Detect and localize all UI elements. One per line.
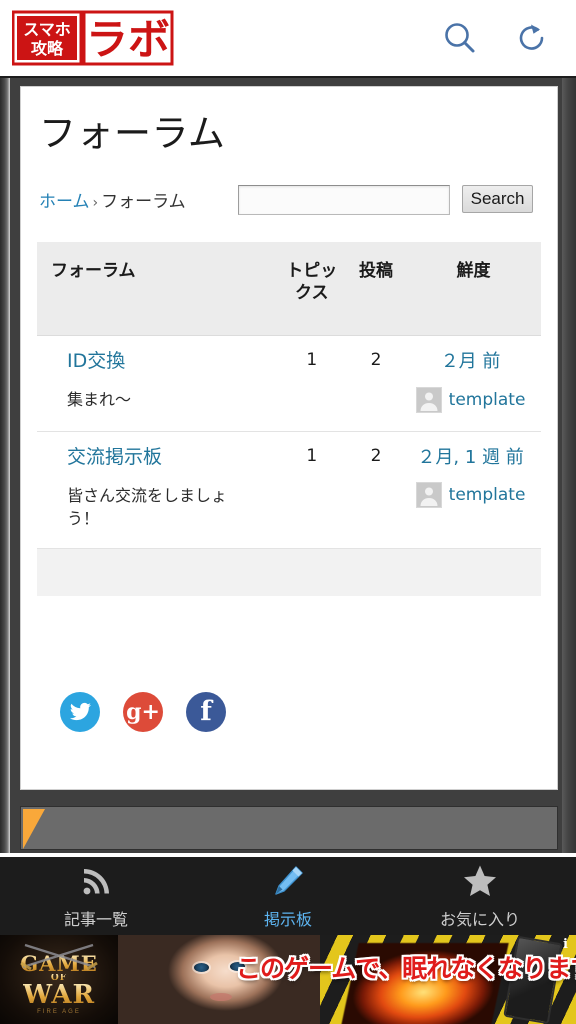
app-header: スマホ 攻略 ラボ (0, 0, 576, 76)
frame-edge-left (0, 78, 10, 853)
ad-brand-line2: WAR (22, 979, 96, 1010)
freshness-time-link[interactable]: ２月 前 (410, 350, 531, 374)
table-row[interactable]: 交流掲示板 皆さん交流をしましょう！ 1 2 ２月, 1 週 前 templat… (37, 430, 541, 549)
facebook-icon[interactable]: f (186, 692, 226, 733)
table-footer-cell (37, 547, 278, 597)
forum-table-head: フォーラム トピッ クス 投稿 鮮度 (37, 241, 541, 336)
table-footer-cell (406, 547, 541, 597)
screen-root: スマホ 攻略 ラボ フォーラム ホーム › フォーラム Search フォーラム… (0, 0, 576, 1024)
freshness-author: template (410, 482, 531, 509)
freshness-author: template (410, 386, 531, 413)
cell-freshness: ２月, 1 週 前 template (406, 430, 541, 549)
table-footer-cell (277, 547, 346, 597)
svg-text:攻略: 攻略 (31, 39, 64, 58)
table-footer-cell (345, 547, 407, 597)
forum-table-body: ID交換 集まれ～ 1 2 ２月 前 template 交流掲示板 皆さん交流を… (37, 335, 541, 597)
forum-link[interactable]: ID交換 (67, 350, 125, 373)
ad-brand-sub: FIRE AGE (37, 1009, 81, 1016)
user-avatar-icon (415, 482, 442, 509)
table-footer-row (37, 547, 541, 597)
nav-label-articles: 記事一覧 (63, 910, 128, 929)
web-page-card: フォーラム ホーム › フォーラム Search フォーラム トピッ クス 投稿… (20, 86, 558, 790)
breadcrumb: ホーム › フォーラム (37, 187, 186, 212)
nav-item-articles[interactable]: 記事一覧 (0, 857, 192, 935)
nav-label-forum: 掲示板 (263, 910, 312, 929)
cell-topics-count: 1 (277, 430, 346, 549)
site-logo[interactable]: スマホ 攻略 ラボ (12, 9, 174, 67)
page-title: フォーラム (39, 112, 226, 155)
forum-link[interactable]: 交流掲示板 (67, 446, 162, 469)
column-header-freshness: 鮮度 (406, 241, 541, 336)
breadcrumb-search-row: ホーム › フォーラム Search (37, 180, 541, 220)
column-header-posts: 投稿 (345, 241, 407, 336)
svg-text:スマホ: スマホ (23, 20, 71, 39)
column-header-topics: トピッ クス (277, 241, 346, 336)
forum-description: 皆さん交流をしましょう！ (67, 485, 228, 528)
cell-posts-count: 2 (345, 335, 407, 432)
breadcrumb-home-link[interactable]: ホーム (39, 192, 90, 212)
cell-forum-info: ID交換 集まれ～ (37, 335, 278, 432)
user-avatar-icon (415, 386, 442, 413)
logo-svg: スマホ 攻略 ラボ (12, 10, 174, 66)
ad-brand-logo: GAME OF WAR FIRE AGE (0, 935, 118, 1024)
column-header-forum: フォーラム (37, 241, 278, 336)
cell-freshness: ２月 前 template (406, 335, 541, 432)
column-header-topics-line2: クス (295, 283, 329, 304)
ad-eye-left (194, 963, 209, 972)
table-row[interactable]: ID交換 集まれ～ 1 2 ２月 前 template (37, 335, 541, 432)
refresh-icon[interactable] (514, 20, 550, 56)
google-plus-icon[interactable]: g+ (123, 692, 163, 733)
ad-info-icon[interactable]: i (559, 937, 572, 952)
facebook-label: f (200, 695, 212, 727)
nav-item-favorites[interactable]: お気に入り (384, 857, 576, 935)
author-link[interactable]: template (449, 485, 526, 505)
forum-table: フォーラム トピッ クス 投稿 鮮度 ID交換 集まれ～ 1 2 ２月 前 te… (37, 241, 541, 597)
freshness-time-link[interactable]: ２月, 1 週 前 (410, 446, 531, 470)
svg-text:ラボ: ラボ (86, 15, 170, 64)
forum-table-header-row: フォーラム トピッ クス 投稿 鮮度 (37, 241, 541, 336)
star-icon (460, 862, 500, 900)
ad-banner[interactable]: GAME OF WAR FIRE AGE このゲームで、眠れなくなります。 i (0, 935, 576, 1024)
author-link[interactable]: template (449, 390, 526, 410)
orange-triangle-marker (23, 809, 45, 849)
cell-forum-info: 交流掲示板 皆さん交流をしましょう！ (37, 430, 278, 549)
logo-image: スマホ 攻略 ラボ (12, 9, 174, 67)
frame-edge-right (562, 78, 576, 853)
cell-posts-count: 2 (345, 430, 407, 549)
ad-mouth (210, 993, 232, 1001)
google-plus-label: g+ (126, 699, 160, 726)
page-footer-panel (20, 806, 558, 850)
cell-topics-count: 1 (277, 335, 346, 432)
crossed-swords-icon (20, 943, 98, 971)
social-share-row: g+ f (37, 596, 541, 733)
browser-viewport-frame: フォーラム ホーム › フォーラム Search フォーラム トピッ クス 投稿… (0, 76, 576, 853)
twitter-icon[interactable] (60, 692, 100, 733)
pencil-icon (268, 862, 308, 900)
breadcrumb-current: フォーラム (101, 192, 186, 213)
search-icon[interactable] (442, 20, 478, 56)
column-header-topics-line1: トピッ (286, 260, 338, 281)
nav-item-forum[interactable]: 掲示板 (192, 857, 384, 935)
forum-description: 集まれ～ (67, 390, 132, 410)
forum-search-form: Search (237, 184, 534, 215)
rss-icon (76, 862, 116, 900)
breadcrumb-separator: › (92, 195, 99, 212)
search-submit-button[interactable]: Search (461, 184, 534, 213)
search-input[interactable] (237, 184, 450, 215)
header-icon-group (442, 20, 550, 56)
bottom-navigation-bar: 記事一覧 掲示板 お気に入り (0, 857, 576, 935)
nav-label-favorites: お気に入り (439, 910, 520, 929)
ad-copy-text: このゲームで、眠れなくなります。 (236, 954, 576, 983)
